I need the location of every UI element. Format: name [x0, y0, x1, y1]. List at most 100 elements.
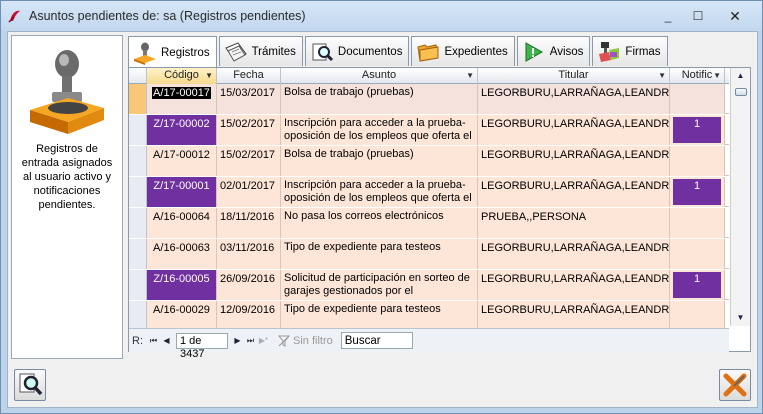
signature-stamp-icon	[599, 41, 620, 62]
dropdown-arrow-icon[interactable]: ▼	[466, 68, 474, 83]
cell-codigo[interactable]: A/17-00012	[147, 146, 217, 176]
cell-codigo[interactable]: Z/17-00002	[147, 115, 217, 145]
records-grid[interactable]: Código ▼ Fecha Asunto ▼ Titular ▼ Notific ▼ …	[129, 68, 729, 328]
cell-fecha[interactable]: 15/03/2017	[217, 84, 281, 114]
cell-asunto[interactable]: No pasa los correos electrónicos	[281, 208, 478, 238]
cell-asunto[interactable]: Inscripción para acceder a la prueba-opo…	[281, 115, 478, 145]
cell-notific[interactable]	[670, 208, 725, 238]
scroll-down-arrow-icon[interactable]: ▼	[731, 310, 750, 326]
cell-asunto[interactable]: Tipo de expediente para testeos	[281, 239, 478, 269]
column-header-notific[interactable]: Notific ▼	[670, 68, 725, 84]
row-selector[interactable]	[129, 177, 147, 207]
dropdown-arrow-icon[interactable]: ▼	[658, 68, 666, 83]
cell-fecha[interactable]: 15/02/2017	[217, 146, 281, 176]
table-row[interactable]: Z/16-00005 26/09/2016 Solicitud de parti…	[129, 270, 729, 300]
tab-bar: Registros Trámites Documentos Expediente…	[128, 36, 670, 68]
cell-titular[interactable]: LEGORBURU,LARRAÑAGA,LEANDRO	[478, 270, 670, 300]
cell-fecha[interactable]: 02/01/2017	[217, 177, 281, 207]
tab-label: Avisos	[549, 45, 584, 58]
cell-fecha[interactable]: 15/02/2017	[217, 115, 281, 145]
warning-icon	[525, 41, 543, 62]
cell-codigo[interactable]: A/16-00064	[147, 208, 217, 238]
row-selector[interactable]	[129, 84, 147, 114]
row-selector[interactable]	[129, 270, 147, 300]
cell-asunto[interactable]: Inscripción para acceder a la prueba-opo…	[281, 177, 478, 207]
row-selector[interactable]	[129, 239, 147, 269]
cell-fecha[interactable]: 18/11/2016	[217, 208, 281, 238]
tab-registros[interactable]: Registros	[128, 36, 217, 68]
cell-asunto[interactable]: Solicitud de participación en sorteo de …	[281, 270, 478, 300]
cell-notific[interactable]: 1	[670, 115, 725, 145]
table-row[interactable]: A/17-00012 15/02/2017 Bolsa de trabajo (…	[129, 146, 729, 176]
column-header-codigo[interactable]: Código ▼	[147, 68, 217, 84]
previous-record-icon[interactable]: ◀	[160, 336, 173, 345]
cell-notific[interactable]	[670, 301, 725, 328]
main-window: Asuntos pendientes de: sa (Registros pen…	[0, 0, 763, 414]
table-row[interactable]: Z/17-00002 15/02/2017 Inscripción para a…	[129, 115, 729, 145]
cell-notific[interactable]: 1	[670, 270, 725, 300]
close-button[interactable]	[719, 369, 751, 401]
row-selector-header[interactable]	[129, 68, 147, 84]
new-record-icon[interactable]: ▶*	[257, 336, 270, 345]
search-button[interactable]	[14, 369, 46, 401]
cell-titular[interactable]: LEGORBURU,LARRAÑAGA,LEANDRO	[478, 115, 670, 145]
close-window-button[interactable]: ✕	[714, 6, 756, 26]
title-bar[interactable]: Asuntos pendientes de: sa (Registros pen…	[1, 1, 762, 31]
cell-notific[interactable]	[670, 239, 725, 269]
maximize-icon: ☐	[692, 9, 704, 23]
cell-notific[interactable]: 1	[670, 177, 725, 207]
cell-titular[interactable]: PRUEBA,,PERSONA	[478, 208, 670, 238]
maximize-button[interactable]: ☐	[684, 6, 712, 26]
dropdown-arrow-icon[interactable]: ▼	[205, 68, 213, 83]
cell-titular[interactable]: LEGORBURU,LARRAÑAGA,LEANDRO	[478, 239, 670, 269]
column-header-fecha[interactable]: Fecha	[217, 68, 281, 84]
tab-label: Expedientes	[444, 45, 508, 58]
table-row[interactable]: A/16-00064 18/11/2016 No pasa los correo…	[129, 208, 729, 238]
cell-notific[interactable]	[670, 146, 725, 176]
cell-titular[interactable]: LEGORBURU,LARRAÑAGA,LEANDRO	[478, 146, 670, 176]
tab-expedientes[interactable]: Expedientes	[411, 36, 515, 66]
record-navigator: R: ⏮ ◀ 1 de 3437 ▶ ⏭ ▶* Sin filtro Busca…	[129, 328, 729, 360]
table-row[interactable]: Z/17-00001 02/01/2017 Inscripción para a…	[129, 177, 729, 207]
cell-asunto[interactable]: Bolsa de trabajo (pruebas)	[281, 84, 478, 114]
first-record-icon[interactable]: ⏮	[147, 336, 160, 346]
column-header-asunto[interactable]: Asunto ▼	[281, 68, 478, 84]
next-record-icon[interactable]: ▶	[231, 336, 244, 345]
table-row[interactable]: A/16-00029 12/09/2016 Tipo de expediente…	[129, 301, 729, 328]
row-selector[interactable]	[129, 301, 147, 328]
cell-fecha[interactable]: 12/09/2016	[217, 301, 281, 328]
cell-notific[interactable]	[670, 84, 725, 114]
filter-toggle[interactable]: Sin filtro	[278, 335, 333, 347]
cell-codigo[interactable]: A/16-00029	[147, 301, 217, 328]
tab-firmas[interactable]: Firmas	[592, 36, 668, 66]
dropdown-arrow-icon[interactable]: ▼	[713, 68, 721, 83]
row-selector[interactable]	[129, 208, 147, 238]
cell-fecha[interactable]: 03/11/2016	[217, 239, 281, 269]
tab-documentos[interactable]: Documentos	[304, 36, 410, 66]
tab-avisos[interactable]: Avisos	[516, 36, 591, 66]
scroll-thumb[interactable]	[735, 88, 747, 96]
cell-codigo[interactable]: A/16-00063	[147, 239, 217, 269]
cell-titular[interactable]: LEGORBURU,LARRAÑAGA,LEANDRO	[478, 301, 670, 328]
cell-titular[interactable]: LEGORBURU,LARRAÑAGA,LEANDRO	[478, 177, 670, 207]
search-input[interactable]: Buscar	[340, 332, 413, 349]
cell-asunto[interactable]: Bolsa de trabajo (pruebas)	[281, 146, 478, 176]
cell-codigo[interactable]: A/17-00017	[147, 84, 217, 114]
tab-tramites[interactable]: Trámites	[218, 36, 303, 66]
cell-asunto[interactable]: Tipo de expediente para testeos	[281, 301, 478, 328]
table-row[interactable]: A/16-00063 03/11/2016 Tipo de expediente…	[129, 239, 729, 269]
column-header-titular[interactable]: Titular ▼	[478, 68, 670, 84]
last-record-icon[interactable]: ⏭	[244, 336, 257, 346]
cell-codigo[interactable]: Z/17-00001	[147, 177, 217, 207]
cell-titular[interactable]: LEGORBURU,LARRAÑAGA,LEANDRO	[478, 84, 670, 114]
vertical-scrollbar[interactable]: ▲ ▼	[730, 68, 750, 326]
cell-fecha[interactable]: 26/09/2016	[217, 270, 281, 300]
cell-codigo[interactable]: Z/16-00005	[147, 270, 217, 300]
scroll-up-arrow-icon[interactable]: ▲	[731, 68, 750, 84]
record-position-field[interactable]: 1 de 3437	[176, 332, 228, 360]
row-selector[interactable]	[129, 146, 147, 176]
minimize-button[interactable]: _	[654, 6, 682, 26]
row-selector[interactable]	[129, 115, 147, 145]
record-label: R:	[132, 334, 143, 347]
table-row[interactable]: A/17-00017 15/03/2017 Bolsa de trabajo (…	[129, 84, 729, 114]
